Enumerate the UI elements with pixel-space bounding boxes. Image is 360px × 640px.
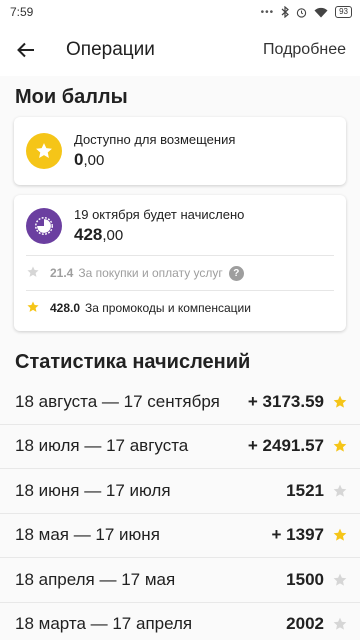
- stats-period: 18 мая — 17 июня: [15, 525, 160, 545]
- grey-star-icon: [332, 483, 348, 499]
- available-amount: 0,00: [74, 150, 105, 169]
- stats-title: Статистика начислений: [15, 351, 251, 373]
- stats-value: 1521: [286, 480, 324, 500]
- breakdown-value: 428.0: [50, 301, 81, 315]
- page-title: Операции: [66, 39, 155, 60]
- breakdown-row-purchases: 21.4 За покупки и оплату услуг ?: [26, 256, 334, 290]
- help-icon[interactable]: ?: [228, 265, 244, 281]
- arrow-left-icon: [17, 42, 34, 58]
- pending-balance-card: 19 октября будет начислено 428,00 21.4 З…: [14, 195, 346, 331]
- gold-star-icon: [332, 527, 348, 543]
- grey-star-icon: [332, 616, 348, 632]
- stats-value: 2002: [286, 614, 324, 634]
- breakdown-row-promocodes: 428.0 За промокоды и компенсации: [26, 291, 334, 325]
- battery-icon: 93: [335, 6, 352, 18]
- stats-row[interactable]: 18 июня — 17 июля 1521: [0, 469, 360, 514]
- bluetooth-icon: [281, 6, 290, 18]
- breakdown-text: За промокоды и компенсации: [85, 301, 251, 315]
- stats-period: 18 марта — 17 апреля: [15, 614, 193, 634]
- stats-period: 18 апреля — 17 мая: [15, 569, 176, 589]
- star-badge-icon: [26, 133, 62, 169]
- app-bar: Операции Подробнее: [0, 24, 360, 76]
- stats-value: + 3173.59: [247, 391, 324, 411]
- gold-star-icon: [332, 438, 348, 454]
- status-icons: ••• 93: [261, 6, 352, 18]
- details-link[interactable]: Подробнее: [263, 41, 346, 59]
- status-bar: 7:59 ••• 93: [0, 0, 360, 24]
- stats-row[interactable]: 18 марта — 17 апреля 2002: [0, 603, 360, 640]
- status-time: 7:59: [10, 5, 34, 19]
- clock-progress-icon: [26, 208, 62, 244]
- breakdown-value: 21.4: [50, 266, 74, 280]
- alarm-icon: [296, 7, 307, 18]
- gold-star-icon: [26, 300, 42, 316]
- stats-period: 18 июня — 17 июля: [15, 480, 171, 500]
- available-balance-card[interactable]: Доступно для возмещения 0,00: [14, 117, 346, 185]
- stats-row[interactable]: 18 августа — 17 сентября + 3173.59: [0, 380, 360, 425]
- more-dots-icon: •••: [260, 6, 275, 18]
- breakdown-text: За покупки и оплату услуг: [78, 266, 223, 280]
- wifi-icon: [314, 7, 328, 17]
- stats-period: 18 августа — 17 сентября: [15, 391, 220, 411]
- available-label: Доступно для возмещения: [74, 132, 236, 147]
- stats-row[interactable]: 18 мая — 17 июня + 1397: [0, 514, 360, 558]
- pending-label: 19 октября будет начислено: [74, 207, 245, 222]
- grey-star-icon: [332, 572, 348, 588]
- stats-value: + 1397: [271, 525, 324, 545]
- gold-star-icon: [332, 394, 348, 410]
- pending-amount: 428,00: [74, 225, 124, 244]
- stats-list: 18 августа — 17 сентября + 3173.59 18 ию…: [0, 380, 360, 640]
- balances-title: Мои баллы: [15, 86, 128, 108]
- back-button[interactable]: [14, 38, 38, 62]
- stats-row[interactable]: 18 апреля — 17 мая 1500: [0, 558, 360, 603]
- stats-row[interactable]: 18 июля — 17 августа + 2491.57: [0, 425, 360, 469]
- stats-value: 1500: [286, 569, 324, 589]
- stats-period: 18 июля — 17 августа: [15, 436, 189, 456]
- stats-value: + 2491.57: [247, 436, 324, 456]
- grey-star-icon: [26, 265, 42, 281]
